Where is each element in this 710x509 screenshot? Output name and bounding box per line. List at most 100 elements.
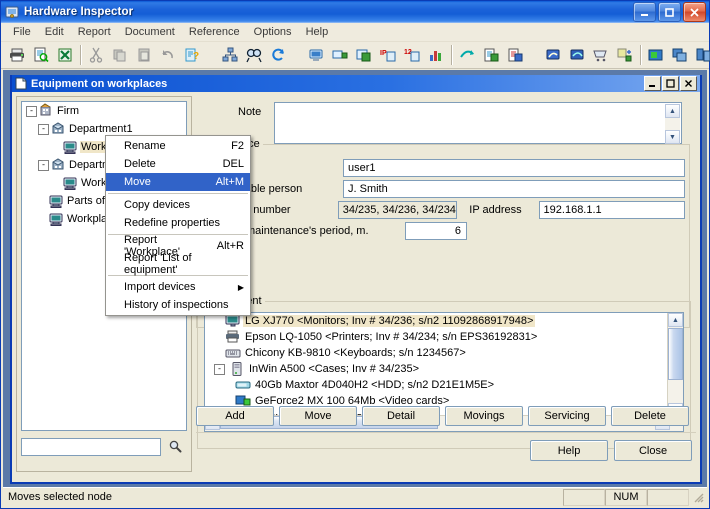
close-button-dialog[interactable]: Close xyxy=(614,440,692,461)
context-menu-item-import-devices[interactable]: Import devices ▶ xyxy=(106,278,250,296)
tree-node-label: Firm xyxy=(56,105,79,117)
responsible-person-field[interactable]: J. Smith xyxy=(343,180,685,198)
note-field[interactable]: ▲ ▼ xyxy=(274,102,682,144)
properties-help-icon[interactable]: ? xyxy=(181,44,203,66)
context-menu-item-delete[interactable]: Delete DEL xyxy=(106,155,250,173)
scroll-up-icon[interactable]: ▲ xyxy=(665,104,680,118)
keyboard-icon xyxy=(225,346,241,360)
movings-button[interactable]: Movings xyxy=(445,406,523,426)
note-scrollbar[interactable]: ▲ ▼ xyxy=(665,104,680,144)
report-icon[interactable] xyxy=(504,44,526,66)
menu-reference[interactable]: Reference xyxy=(182,24,247,40)
scroll-down-icon[interactable]: ▼ xyxy=(665,130,680,144)
tree-node[interactable]: - Firm xyxy=(22,102,186,120)
network-tree-icon[interactable] xyxy=(219,44,241,66)
print-preview-icon[interactable] xyxy=(30,44,52,66)
help-button[interactable]: Help xyxy=(530,440,608,461)
tree-expander[interactable]: - xyxy=(26,106,37,117)
equipment-row[interactable]: LG XJ770 <Monitors; Inv # 34/236; s/n2 1… xyxy=(205,313,683,329)
ip-address-field[interactable]: 192.168.1.1 xyxy=(539,201,685,219)
servicing-button[interactable]: Servicing xyxy=(528,406,606,426)
numbering-icon[interactable]: 12 xyxy=(401,44,423,66)
child-minimize-button[interactable] xyxy=(644,76,661,91)
paste-icon[interactable] xyxy=(133,44,155,66)
department-icon xyxy=(50,157,66,173)
details-panel: Note ▲ ▼ Workplace Name user1 xyxy=(196,94,696,474)
journal-icon[interactable] xyxy=(480,44,502,66)
delete-button[interactable]: Delete xyxy=(611,406,689,426)
equipment-row[interactable]: Chicony KB-9810 <Keyboards; s/n 1234567> xyxy=(205,345,683,361)
export-excel-icon[interactable] xyxy=(54,44,76,66)
context-menu-item-history-of-inspections[interactable]: History of inspections xyxy=(106,296,250,314)
child-close-button[interactable] xyxy=(680,76,697,91)
search-input[interactable] xyxy=(21,438,161,456)
status-cell-1 xyxy=(563,489,605,506)
cut-icon[interactable] xyxy=(85,44,107,66)
print-icon[interactable] xyxy=(6,44,28,66)
context-menu-label: Rename xyxy=(124,140,166,152)
inventory-icon[interactable] xyxy=(645,44,667,66)
equipment-vertical-scrollbar[interactable]: ▲ ▼ xyxy=(667,313,683,417)
scroll-up-icon[interactable]: ▲ xyxy=(668,313,683,327)
cart-icon[interactable] xyxy=(590,44,612,66)
department-icon xyxy=(50,121,66,137)
workplace-icon xyxy=(48,193,64,209)
equipment-row[interactable]: - InWin A500 <Cases; Inv # 34/235> xyxy=(205,361,683,377)
firm-icon xyxy=(38,103,54,119)
detail-button[interactable]: Detail xyxy=(362,406,440,426)
context-menu[interactable]: Rename F2 Delete DEL Move Alt+M Copy dev… xyxy=(105,135,251,316)
context-menu-item-redefine-properties[interactable]: Redefine properties xyxy=(106,214,250,232)
refresh-icon[interactable] xyxy=(267,44,289,66)
menu-file[interactable]: File xyxy=(6,24,38,40)
menu-document[interactable]: Document xyxy=(118,24,182,40)
menu-options[interactable]: Options xyxy=(247,24,299,40)
menu-report[interactable]: Report xyxy=(71,24,118,40)
device-icon[interactable] xyxy=(329,44,351,66)
equipment-label: Chicony KB-9810 <Keyboards; s/n 1234567> xyxy=(243,347,468,359)
repair-icon[interactable] xyxy=(542,44,564,66)
menu-edit[interactable]: Edit xyxy=(38,24,71,40)
equipment-action-buttons: Add Move Detail Movings Servicing Delete xyxy=(196,406,690,426)
copy-icon[interactable] xyxy=(109,44,131,66)
context-menu-item-move[interactable]: Move Alt+M xyxy=(106,173,250,191)
undo-icon[interactable] xyxy=(157,44,179,66)
license-icon[interactable] xyxy=(353,44,375,66)
tree-expander[interactable]: - xyxy=(38,160,49,171)
context-menu-label: Delete xyxy=(124,158,156,170)
context-menu-label: Report 'List of equipment' xyxy=(124,252,244,276)
search-button[interactable] xyxy=(164,436,186,458)
maintenance-period-field[interactable]: 6 xyxy=(405,222,467,240)
context-menu-item-rename[interactable]: Rename F2 xyxy=(106,137,250,155)
menu-help[interactable]: Help xyxy=(299,24,336,40)
maximize-button[interactable] xyxy=(658,2,681,22)
window-controls xyxy=(633,2,709,22)
resize-grip-icon[interactable] xyxy=(691,490,705,504)
toolbar-group-objects: IP 12 xyxy=(300,44,531,67)
move-button[interactable]: Move xyxy=(279,406,357,426)
context-menu-item-report-list-of-equipment[interactable]: Report 'List of equipment' xyxy=(106,255,250,273)
close-button[interactable] xyxy=(683,2,706,22)
equipment-row[interactable]: Epson LQ-1050 <Printers; Inv # 34/234; s… xyxy=(205,329,683,345)
ip-address-icon[interactable]: IP xyxy=(377,44,399,66)
find-icon[interactable] xyxy=(243,44,265,66)
vertical-scroll-thumb[interactable] xyxy=(668,328,683,380)
add-button[interactable]: Add xyxy=(196,406,274,426)
copy-devices-icon[interactable] xyxy=(669,44,691,66)
context-menu-accelerator: F2 xyxy=(217,140,244,152)
inventory-number-field[interactable]: 34/235, 34/236, 34/234 xyxy=(338,201,458,219)
workplace-icon[interactable] xyxy=(305,44,327,66)
context-menu-item-copy-devices[interactable]: Copy devices xyxy=(106,196,250,214)
child-restore-button[interactable] xyxy=(662,76,679,91)
equipment-expander[interactable]: - xyxy=(214,364,225,375)
tree-expander[interactable]: - xyxy=(38,124,49,135)
tree-search-row xyxy=(21,437,187,457)
chart-icon[interactable] xyxy=(425,44,447,66)
minimize-button[interactable] xyxy=(633,2,656,22)
servicing-icon[interactable] xyxy=(566,44,588,66)
name-field[interactable]: user1 xyxy=(343,159,685,177)
split-icon[interactable] xyxy=(693,44,710,66)
install-icon[interactable] xyxy=(614,44,636,66)
equipment-row[interactable]: 40Gb Maxtor 4D040H2 <HDD; s/n2 D21E1M5E> xyxy=(205,377,683,393)
document-icon xyxy=(15,77,27,90)
movings-icon[interactable] xyxy=(456,44,478,66)
